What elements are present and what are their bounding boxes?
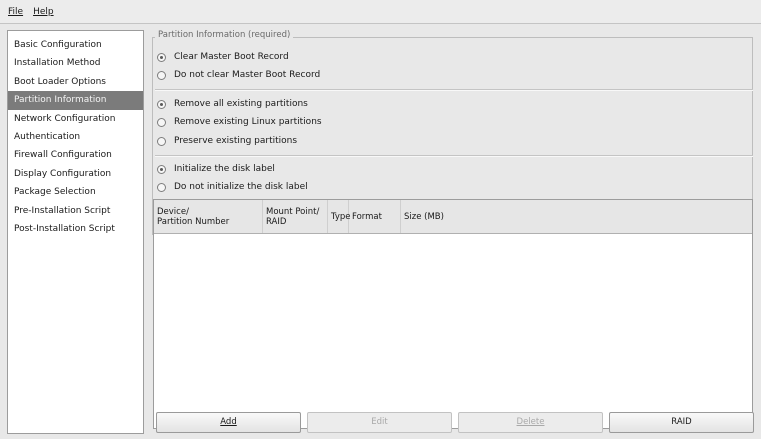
radio-selected-icon xyxy=(157,52,166,62)
radio-do-not-clear-mbr[interactable]: Do not clear Master Boot Record xyxy=(157,68,320,82)
radio-selected-icon xyxy=(157,99,166,109)
radio-unselected-icon xyxy=(157,182,166,192)
column-header-device[interactable]: Device/Partition Number xyxy=(154,200,263,233)
radio-preserve-partitions[interactable]: Preserve existing partitions xyxy=(157,134,297,148)
raid-button[interactable]: RAID xyxy=(609,412,754,433)
radio-selected-icon xyxy=(157,164,166,174)
column-header-format[interactable]: Format xyxy=(349,200,401,233)
menu-help[interactable]: Help xyxy=(33,7,54,17)
sidebar-item-installation-method[interactable]: Installation Method xyxy=(8,54,143,72)
radio-label: Preserve existing partitions xyxy=(174,136,298,146)
radio-unselected-icon xyxy=(157,70,166,80)
delete-button[interactable]: Delete xyxy=(458,412,603,433)
sidebar-item-basic-configuration[interactable]: Basic Configuration xyxy=(8,36,143,54)
radio-label: Do not clear Master Boot Record xyxy=(174,70,321,80)
radio-unselected-icon xyxy=(157,136,166,146)
edit-button[interactable]: Edit xyxy=(307,412,452,433)
radio-do-not-initialize-disk-label[interactable]: Do not initialize the disk label xyxy=(157,180,308,194)
table-header: Device/Partition Number Mount Point/RAID… xyxy=(154,200,752,234)
separator xyxy=(155,155,753,157)
sidebar-item-partition-information[interactable]: Partition Information xyxy=(8,91,143,110)
sidebar-item-firewall-configuration[interactable]: Firewall Configuration xyxy=(8,146,143,164)
column-header-type[interactable]: Type xyxy=(328,200,351,233)
radio-label: Clear Master Boot Record xyxy=(174,52,289,62)
sidebar-item-boot-loader-options[interactable]: Boot Loader Options xyxy=(8,73,143,91)
menu-file[interactable]: File xyxy=(8,7,23,17)
separator xyxy=(155,89,753,91)
sidebar: Basic Configuration Installation Method … xyxy=(7,30,144,434)
add-button[interactable]: Add xyxy=(156,412,301,433)
radio-label: Remove existing Linux partitions xyxy=(174,117,322,127)
partition-table[interactable]: Device/Partition Number Mount Point/RAID… xyxy=(153,199,753,429)
sidebar-item-post-installation-script[interactable]: Post-Installation Script xyxy=(8,220,143,238)
radio-label: Remove all existing partitions xyxy=(174,99,308,109)
sidebar-item-network-configuration[interactable]: Network Configuration xyxy=(8,110,143,128)
menu-bar: File Help xyxy=(0,0,761,24)
radio-unselected-icon xyxy=(157,117,166,127)
radio-remove-all-partitions[interactable]: Remove all existing partitions xyxy=(157,97,308,111)
radio-remove-linux-partitions[interactable]: Remove existing Linux partitions xyxy=(157,115,322,129)
sidebar-item-display-configuration[interactable]: Display Configuration xyxy=(8,165,143,183)
sidebar-item-authentication[interactable]: Authentication xyxy=(8,128,143,146)
column-header-mount-point[interactable]: Mount Point/RAID xyxy=(263,200,328,233)
column-header-size[interactable]: Size (MB) xyxy=(401,200,752,233)
radio-initialize-disk-label[interactable]: Initialize the disk label xyxy=(157,162,275,176)
radio-label: Do not initialize the disk label xyxy=(174,182,308,192)
sidebar-item-package-selection[interactable]: Package Selection xyxy=(8,183,143,201)
radio-clear-mbr[interactable]: Clear Master Boot Record xyxy=(157,50,289,64)
radio-label: Initialize the disk label xyxy=(174,164,275,174)
section-title: Partition Information (required) xyxy=(155,30,294,40)
sidebar-item-pre-installation-script[interactable]: Pre-Installation Script xyxy=(8,202,143,220)
